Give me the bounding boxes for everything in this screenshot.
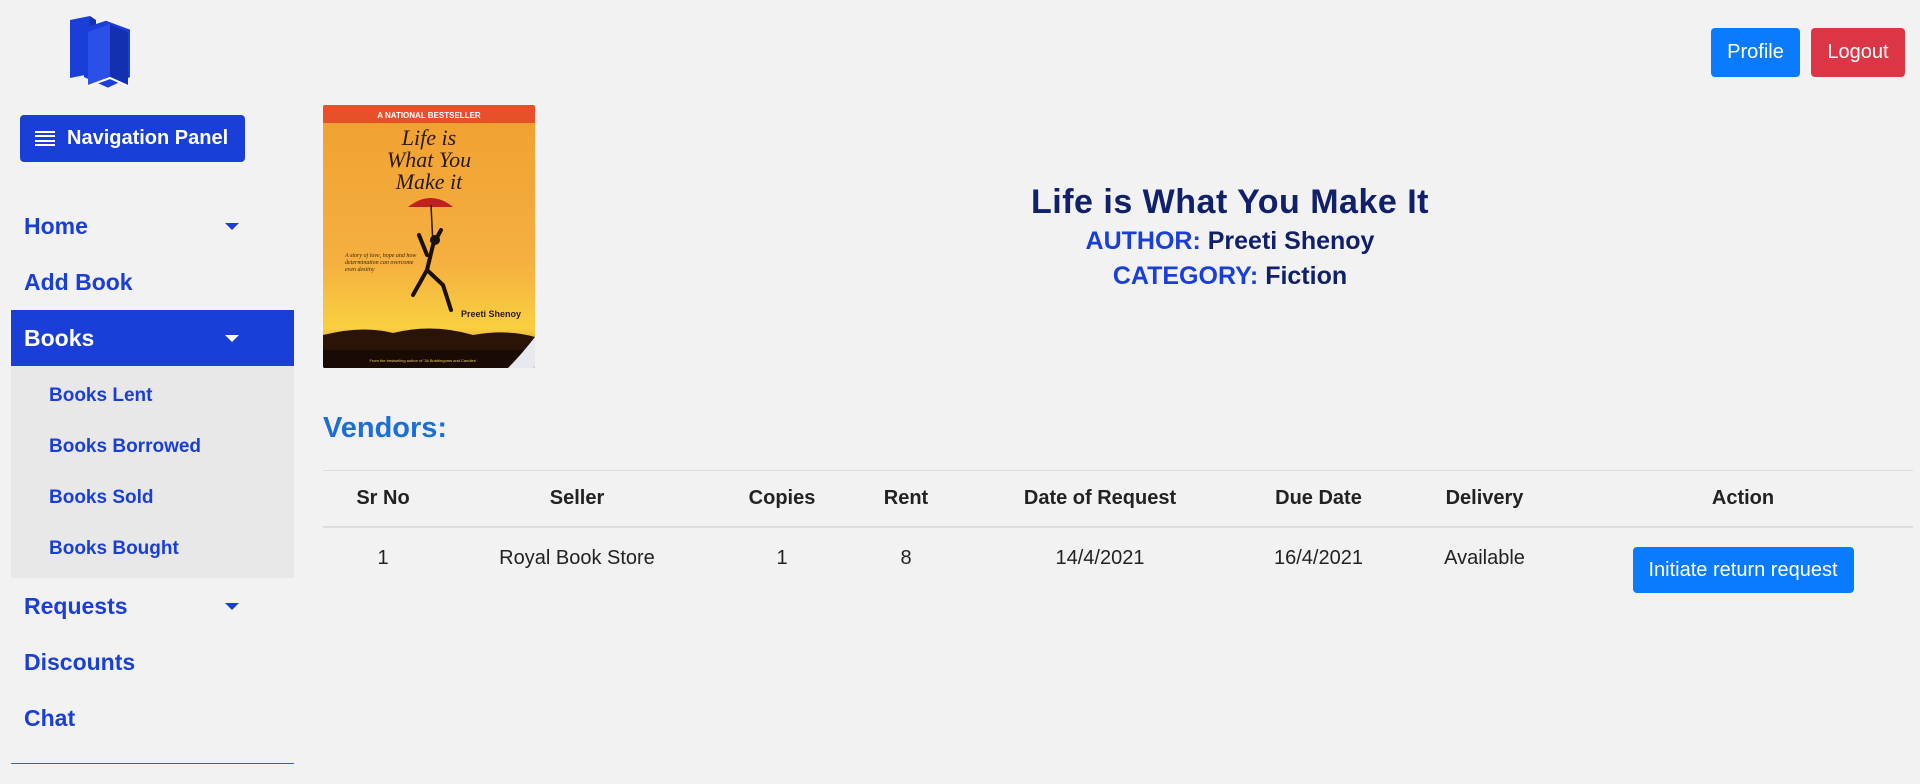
submenu-item-books-bought[interactable]: Books Bought	[11, 523, 294, 574]
column-header: Rent	[883, 487, 929, 509]
books-logo-icon	[66, 12, 136, 88]
navigation-panel-label: Navigation Panel	[67, 127, 229, 149]
cell-rent: 8	[900, 546, 912, 569]
cover-author: Preeti Shenoy	[461, 309, 521, 319]
cell-due-date: 16/4/2021	[1274, 546, 1363, 569]
sidebar-item-books[interactable]: Books	[11, 310, 294, 366]
submenu-item-books-lent[interactable]: Books Lent	[11, 370, 294, 421]
category-label: CATEGORY:	[1112, 262, 1259, 290]
sidebar: Navigation Panel Home Add Book Books Boo…	[0, 0, 300, 784]
menu-bars-icon	[35, 130, 55, 147]
initiate-return-request-button[interactable]: Initiate return request	[1632, 547, 1854, 593]
table-header-row: Sr No Seller Copies Rent Date of Request…	[323, 470, 1913, 528]
author-value: Preeti Shenoy	[1207, 227, 1375, 255]
book-category-line: CATEGORY: Fiction	[860, 259, 1600, 294]
sidebar-item-label: Chat	[24, 704, 76, 731]
book-author-line: AUTHOR: Preeti Shenoy	[860, 224, 1600, 259]
sidebar-item-label: Home	[24, 212, 88, 239]
vendors-heading: Vendors:	[323, 412, 448, 444]
table-row: 1 Royal Book Store 1 8 14/4/2021 16/4/20…	[323, 528, 1913, 598]
cell-seller: Royal Book Store	[499, 546, 655, 569]
sidebar-item-label: Discounts	[24, 648, 136, 675]
sidebar-menu: Home Add Book Books Books Lent Books Bor…	[11, 198, 294, 746]
navigation-panel-button[interactable]: Navigation Panel	[20, 115, 245, 162]
book-details: Life is What You Make It AUTHOR: Preeti …	[860, 180, 1600, 294]
column-header: Due Date	[1275, 487, 1362, 509]
column-header: Seller	[549, 487, 605, 509]
submenu-item-books-sold[interactable]: Books Sold	[11, 472, 294, 523]
column-header: Date of Request	[1023, 487, 1177, 509]
books-submenu: Books Lent Books Borrowed Books Sold Boo…	[11, 366, 294, 578]
sidebar-item-discounts[interactable]: Discounts	[11, 634, 294, 690]
sidebar-divider	[11, 763, 294, 764]
sidebar-item-label: Books	[24, 324, 95, 351]
column-header: Sr No	[356, 487, 410, 509]
cell-delivery: Available	[1444, 546, 1525, 569]
sidebar-item-add-book[interactable]: Add Book	[11, 254, 294, 310]
cell-date-of-request: 14/4/2021	[1055, 546, 1145, 569]
cell-action: Initiate return request	[1573, 523, 1913, 593]
cell-copies: 1	[776, 546, 788, 569]
caret-down-icon	[225, 602, 239, 610]
vendors-table: Sr No Seller Copies Rent Date of Request…	[323, 470, 1913, 598]
cover-top-banner: A NATIONAL BESTSELLER	[377, 111, 481, 120]
book-title: Life is What You Make It	[1030, 183, 1430, 221]
sidebar-item-label: Add Book	[24, 268, 133, 295]
author-label: AUTHOR:	[1085, 227, 1201, 255]
column-header: Delivery	[1445, 487, 1524, 509]
logout-button[interactable]: Logout	[1811, 28, 1905, 77]
profile-button[interactable]: Profile	[1711, 28, 1800, 77]
cover-title-line: Make it	[395, 169, 463, 194]
book-cover-image: A NATIONAL BESTSELLER Life is What You M…	[323, 105, 535, 368]
category-value: Fiction	[1265, 262, 1348, 290]
column-header: Action	[1711, 487, 1775, 509]
caret-down-icon	[225, 222, 239, 230]
cover-tagline: A story of love, hope and how determinat…	[345, 253, 417, 273]
caret-down-icon	[225, 334, 239, 342]
cell-sr-no: 1	[377, 546, 389, 569]
sidebar-item-chat[interactable]: Chat	[11, 690, 294, 746]
sidebar-item-label: Requests	[24, 592, 128, 619]
column-header: Copies	[748, 487, 816, 509]
sidebar-item-requests[interactable]: Requests	[11, 578, 294, 634]
cover-footer: From the bestselling author of '34 Bubbl…	[370, 358, 477, 363]
submenu-item-books-borrowed[interactable]: Books Borrowed	[11, 421, 294, 472]
sidebar-item-home[interactable]: Home	[11, 198, 294, 254]
